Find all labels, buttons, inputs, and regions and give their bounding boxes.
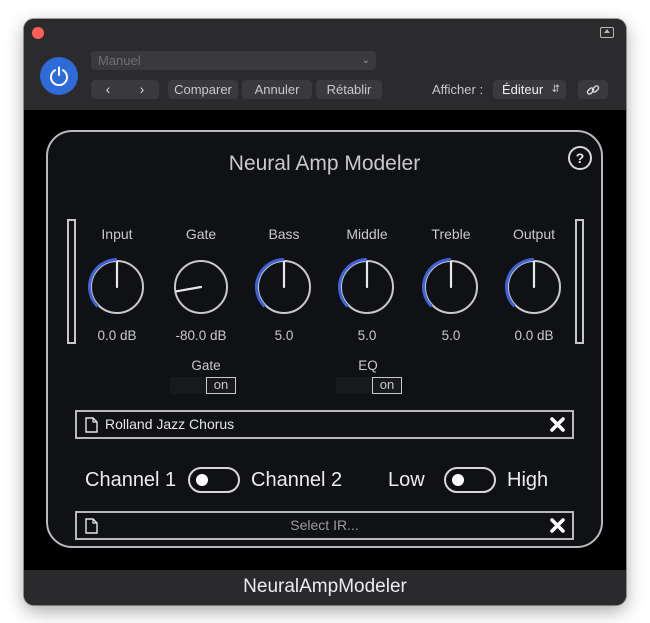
channel-switch-thumb — [196, 474, 208, 486]
bypass-power-button[interactable] — [40, 57, 78, 95]
knob-label: Output — [512, 226, 556, 242]
knob-dial[interactable] — [337, 257, 397, 317]
undo-button[interactable]: Annuler — [242, 80, 312, 99]
show-label: Afficher : — [432, 82, 484, 97]
output-meter — [575, 219, 584, 344]
nam-panel: Neural Amp Modeler ? Input 0.0 dB Gate -80.… — [46, 130, 603, 548]
help-icon[interactable]: ? — [568, 146, 592, 170]
link-icon — [586, 84, 600, 95]
model-file-name: Rolland Jazz Chorus — [105, 416, 235, 432]
knob-label: Bass — [268, 226, 300, 242]
previous-preset-button[interactable]: ‹ — [91, 80, 125, 99]
gate-toggle-label: Gate — [191, 358, 221, 373]
high-label: High — [507, 469, 549, 491]
redo-button[interactable]: Rétablir — [316, 80, 382, 99]
model-file-bar[interactable]: Rolland Jazz Chorus — [75, 410, 574, 439]
host-toolbar: Manuel ⌄ ‹ › Comparer Annuler Rétablir A… — [24, 19, 626, 110]
knob-dial[interactable] — [254, 257, 314, 317]
knob-middle: Middle 5.0 — [325, 225, 409, 343]
link-button[interactable] — [578, 80, 608, 99]
knob-label: Middle — [346, 226, 388, 242]
knob-value: 0.0 dB — [97, 328, 137, 343]
knob-input: Input 0.0 dB — [75, 225, 159, 343]
knob-treble: Treble 5.0 — [409, 225, 493, 343]
ir-file-bar[interactable]: Select IR... — [75, 511, 574, 540]
next-preset-button[interactable]: › — [125, 80, 159, 99]
knob-value: 5.0 — [274, 328, 294, 343]
preset-nav: ‹ › — [91, 80, 159, 99]
knob-gate: Gate -80.0 dB — [159, 225, 243, 343]
plugin-window: Manuel ⌄ ‹ › Comparer Annuler Rétablir A… — [24, 19, 626, 605]
expand-icon[interactable] — [600, 27, 614, 38]
knob-value: 5.0 — [441, 328, 461, 343]
power-icon — [50, 66, 68, 87]
low-high-switch[interactable] — [444, 467, 496, 493]
knob-label: Input — [101, 226, 133, 242]
knob-value: 5.0 — [357, 328, 377, 343]
preset-value: Manuel — [98, 53, 141, 68]
knob-value: 0.0 dB — [514, 328, 554, 343]
eq-toggle[interactable]: on — [336, 377, 402, 394]
file-icon — [85, 417, 98, 433]
knob-dial[interactable] — [421, 257, 481, 317]
knob-dial[interactable] — [504, 257, 564, 317]
close-window-button[interactable] — [32, 27, 44, 39]
plugin-area: Neural Amp Modeler ? Input 0.0 dB Gate -80.… — [24, 110, 626, 570]
clear-ir-icon[interactable] — [549, 517, 566, 534]
channel-1-label: Channel 1 — [85, 469, 177, 491]
eq-toggle-label: EQ — [358, 358, 378, 373]
channel-2-label: Channel 2 — [251, 469, 343, 491]
chevron-updown-icon: ⇵ — [551, 84, 560, 95]
gate-toggle-state: on — [206, 377, 236, 394]
view-value: Éditeur — [502, 82, 544, 97]
low-high-switch-thumb — [452, 474, 464, 486]
knob-bass: Bass 5.0 — [242, 225, 326, 343]
knob-value: -80.0 dB — [175, 328, 227, 343]
gate-toggle[interactable]: on — [170, 377, 236, 394]
plugin-footer: NeuralAmpModeler — [24, 570, 626, 605]
view-dropdown[interactable]: Éditeur ⇵ — [493, 80, 566, 99]
knob-label: Gate — [185, 226, 217, 242]
eq-toggle-state: on — [372, 377, 402, 394]
ir-placeholder: Select IR... — [290, 517, 359, 533]
knob-dial[interactable] — [171, 257, 231, 317]
preset-dropdown[interactable]: Manuel ⌄ — [91, 51, 376, 70]
low-label: Low — [388, 469, 425, 491]
clear-model-icon[interactable] — [549, 416, 566, 433]
knob-label: Treble — [431, 226, 471, 242]
channel-switch[interactable] — [188, 467, 240, 493]
compare-button[interactable]: Comparer — [168, 80, 238, 99]
knob-dial[interactable] — [87, 257, 147, 317]
plugin-title: Neural Amp Modeler — [228, 152, 421, 175]
chevron-down-icon: ⌄ — [361, 55, 370, 66]
knob-output: Output 0.0 dB — [492, 225, 576, 343]
